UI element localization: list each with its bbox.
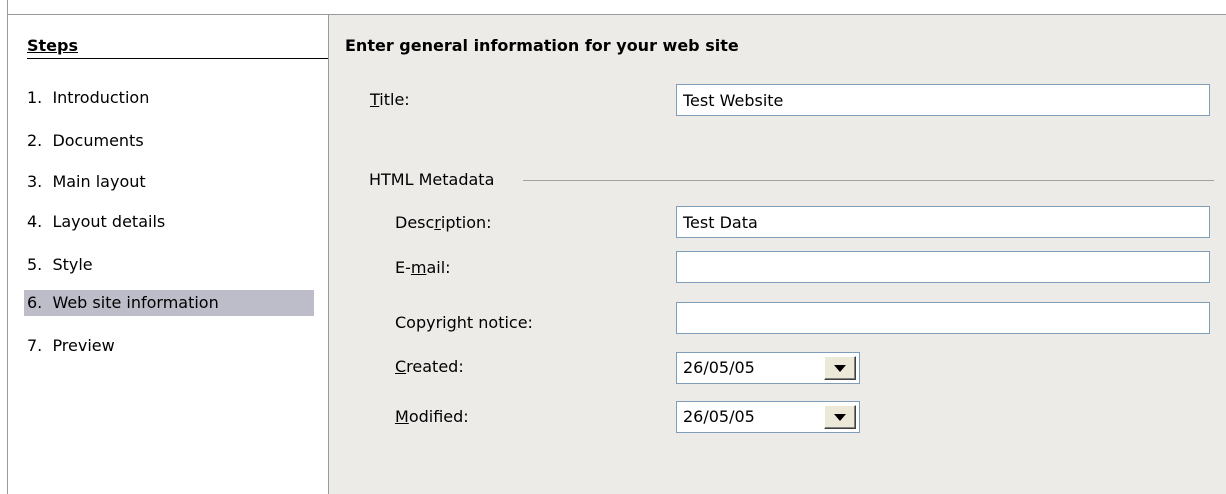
title-input[interactable] [676, 84, 1210, 116]
modified-dropdown-button[interactable] [824, 405, 856, 429]
description-input[interactable] [676, 206, 1210, 238]
step-introduction[interactable]: 1. Introduction [24, 85, 314, 111]
step-style[interactable]: 5. Style [24, 252, 314, 278]
created-date-combo[interactable]: 26/05/05 [676, 352, 860, 384]
website-wizard-dialog: Steps 1. Introduction 2. Documents 3. Ma… [0, 0, 1226, 494]
description-label: Description: [395, 213, 492, 232]
step-main-layout[interactable]: 3. Main layout [24, 169, 314, 195]
email-input[interactable] [676, 251, 1210, 283]
created-date-value: 26/05/05 [683, 358, 755, 377]
steps-heading: Steps [27, 36, 78, 55]
step-documents[interactable]: 2. Documents [24, 128, 314, 154]
page-title: Enter general information for your web s… [345, 36, 739, 55]
created-dropdown-button[interactable] [824, 356, 856, 380]
step-layout-details[interactable]: 4. Layout details [24, 209, 314, 235]
title-label: Title: [370, 90, 410, 110]
copyright-notice-label: Copyright notice: [395, 313, 533, 332]
step-web-site-information[interactable]: 6. Web site information [24, 290, 314, 316]
chevron-down-icon [834, 365, 846, 372]
created-label: Created: [395, 357, 464, 376]
html-metadata-group-label: HTML Metadata [369, 170, 503, 190]
title-label-text: itle: [379, 90, 410, 109]
step-preview[interactable]: 7. Preview [24, 333, 314, 359]
steps-heading-rule [27, 58, 328, 59]
chevron-down-icon [834, 414, 846, 421]
modified-date-combo[interactable]: 26/05/05 [676, 401, 860, 433]
title-label-mnemonic: T [370, 90, 380, 109]
copyright-notice-input[interactable] [676, 302, 1210, 334]
html-metadata-group-rule [523, 180, 1214, 181]
modified-date-value: 26/05/05 [683, 407, 755, 426]
modified-label: Modified: [395, 407, 469, 426]
email-label: E-mail: [395, 258, 451, 277]
